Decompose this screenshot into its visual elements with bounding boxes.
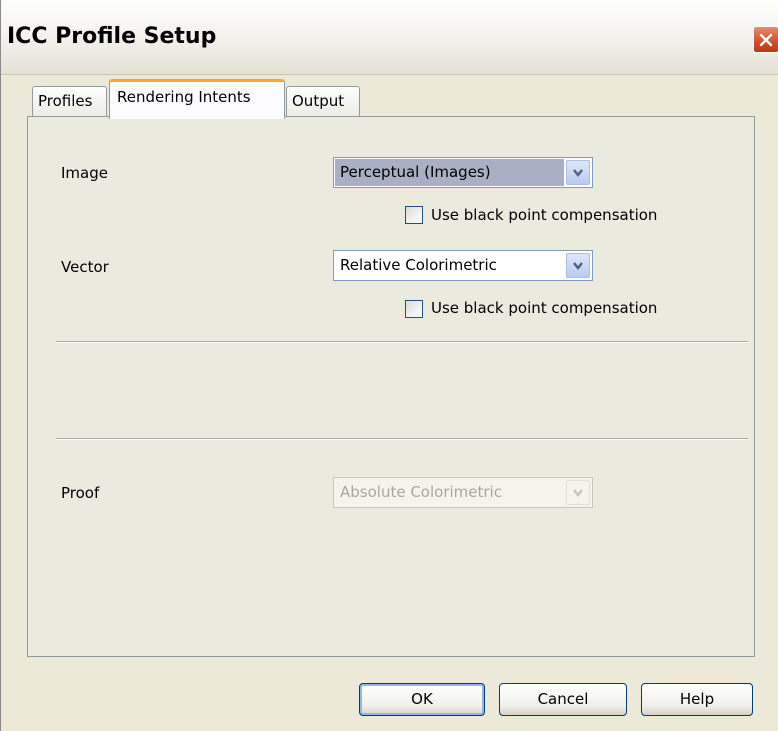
proof-label: Proof xyxy=(61,484,100,502)
chevron-down-icon xyxy=(573,488,583,497)
icc-profile-setup-dialog: ICC Profile Setup Profiles Rendering Int… xyxy=(0,0,778,731)
chevron-down-icon xyxy=(573,168,583,177)
dropdown-arrow-button[interactable] xyxy=(566,480,590,505)
separator xyxy=(56,341,748,343)
tab-output[interactable]: Output xyxy=(286,86,360,117)
chevron-down-icon xyxy=(573,261,583,270)
proof-intent-value: Absolute Colorimetric xyxy=(340,483,502,501)
window-title: ICC Profile Setup xyxy=(7,24,217,49)
title-bar: ICC Profile Setup xyxy=(1,0,778,75)
vector-bpc-label: Use black point compensation xyxy=(431,299,658,317)
vector-bpc-checkbox[interactable] xyxy=(405,300,423,318)
separator xyxy=(56,438,748,440)
image-intent-value: Perceptual (Images) xyxy=(335,159,564,186)
image-bpc-label: Use black point compensation xyxy=(431,206,658,224)
rendering-intents-panel: Image Perceptual (Images) Use black poin… xyxy=(27,116,755,657)
image-bpc-checkbox[interactable] xyxy=(405,206,423,224)
tab-rendering-intents[interactable]: Rendering Intents xyxy=(109,79,285,119)
image-label: Image xyxy=(61,164,108,182)
cancel-button[interactable]: Cancel xyxy=(499,683,627,716)
tab-profiles[interactable]: Profiles xyxy=(32,86,107,117)
ok-button[interactable]: OK xyxy=(359,683,485,716)
dropdown-arrow-button[interactable] xyxy=(566,160,590,185)
vector-intent-value: Relative Colorimetric xyxy=(340,256,497,274)
close-icon xyxy=(759,33,773,46)
image-intent-dropdown[interactable]: Perceptual (Images) xyxy=(333,157,593,188)
dropdown-arrow-button[interactable] xyxy=(566,253,590,278)
vector-label: Vector xyxy=(61,258,109,276)
close-button[interactable] xyxy=(753,26,778,53)
vector-intent-dropdown[interactable]: Relative Colorimetric xyxy=(333,250,593,281)
proof-intent-dropdown[interactable]: Absolute Colorimetric xyxy=(333,477,593,508)
help-button[interactable]: Help xyxy=(641,683,753,716)
